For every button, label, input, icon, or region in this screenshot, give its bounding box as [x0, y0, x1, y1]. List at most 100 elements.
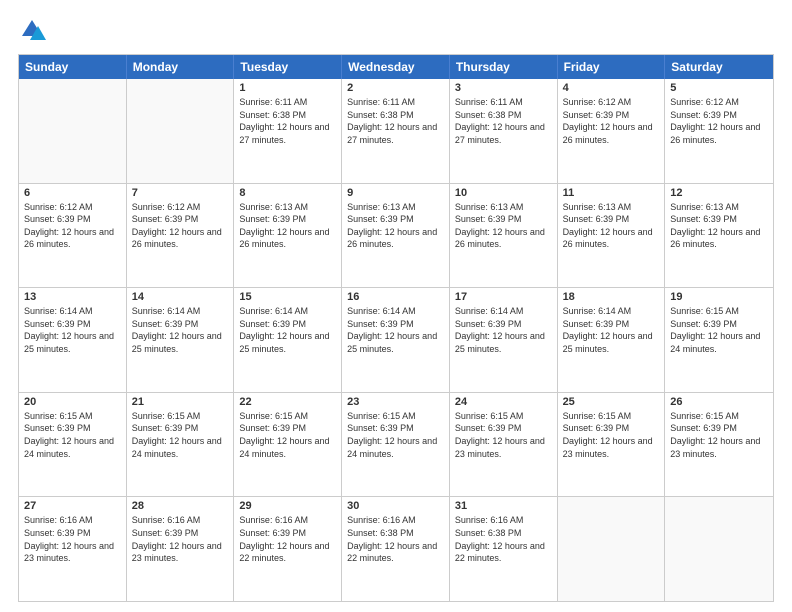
day-info: Sunrise: 6:14 AMSunset: 6:39 PMDaylight:… — [24, 305, 121, 355]
day-info: Sunrise: 6:11 AMSunset: 6:38 PMDaylight:… — [455, 96, 552, 146]
calendar-cell — [127, 79, 235, 183]
header-day-monday: Monday — [127, 55, 235, 79]
calendar-cell: 31 Sunrise: 6:16 AMSunset: 6:38 PMDayligh… — [450, 497, 558, 601]
calendar-row-3: 20Sunrise: 6:15 AMSunset: 6:39 PMDayligh… — [19, 392, 773, 497]
day-info: Sunrise: 6:15 AMSunset: 6:39 PMDaylight:… — [239, 410, 336, 460]
day-number: 15 — [239, 291, 336, 303]
logo — [18, 16, 48, 44]
day-number: 17 — [455, 291, 552, 303]
calendar-row-1: 6 Sunrise: 6:12 AMSunset: 6:39 PMDaylight… — [19, 183, 773, 288]
logo-icon — [18, 16, 46, 44]
day-number: 28 — [132, 500, 229, 512]
day-number: 26 — [670, 396, 768, 408]
day-info: Sunrise: 6:11 AMSunset: 6:38 PMDaylight:… — [347, 96, 444, 146]
calendar-cell: 6Sunrise: 6:12 AMSunset: 6:39 PMDaylight… — [19, 184, 127, 288]
day-info: Sunrise: 6:13 AMSunset: 6:39 PMDaylight:… — [347, 201, 444, 251]
day-info: Sunrise: 6:13 AMSunset: 6:39 PMDaylight:… — [670, 201, 768, 251]
calendar-cell — [665, 497, 773, 601]
day-number: 18 — [563, 291, 660, 303]
day-info: Sunrise: 6:13 AMSunset: 6:39 PMDaylight:… — [563, 201, 660, 251]
calendar-row-0: 1 Sunrise: 6:11 AMSunset: 6:38 PMDaylight… — [19, 79, 773, 183]
day-number: 27 — [24, 500, 121, 512]
calendar-cell: 5 Sunrise: 6:12 AMSunset: 6:39 PMDaylight… — [665, 79, 773, 183]
day-info: Sunrise: 6:15 AMSunset: 6:39 PMDaylight:… — [455, 410, 552, 460]
calendar-cell: 12 Sunrise: 6:13 AMSunset: 6:39 PMDayligh… — [665, 184, 773, 288]
calendar-cell: 29 Sunrise: 6:16 AMSunset: 6:39 PMDayligh… — [234, 497, 342, 601]
day-info: Sunrise: 6:12 AMSunset: 6:39 PMDaylight:… — [132, 201, 229, 251]
day-number: 31 — [455, 500, 552, 512]
day-info: Sunrise: 6:14 AMSunset: 6:39 PMDaylight:… — [347, 305, 444, 355]
calendar-cell — [558, 497, 666, 601]
day-info: Sunrise: 6:15 AMSunset: 6:39 PMDaylight:… — [347, 410, 444, 460]
day-number: 8 — [239, 187, 336, 199]
day-number: 11 — [563, 187, 660, 199]
calendar-cell: 21 Sunrise: 6:15 AMSunset: 6:39 PMDayligh… — [127, 393, 235, 497]
calendar-cell: 26 Sunrise: 6:15 AMSunset: 6:39 PMDayligh… — [665, 393, 773, 497]
day-info: Sunrise: 6:13 AMSunset: 6:39 PMDaylight:… — [455, 201, 552, 251]
calendar-body: 1 Sunrise: 6:11 AMSunset: 6:38 PMDaylight… — [19, 79, 773, 601]
day-number: 22 — [239, 396, 336, 408]
calendar-cell: 18 Sunrise: 6:14 AMSunset: 6:39 PMDayligh… — [558, 288, 666, 392]
calendar-cell: 4Sunrise: 6:12 AMSunset: 6:39 PMDaylight… — [558, 79, 666, 183]
day-number: 13 — [24, 291, 121, 303]
day-number: 14 — [132, 291, 229, 303]
calendar-row-4: 27 Sunrise: 6:16 AMSunset: 6:39 PMDayligh… — [19, 496, 773, 601]
header-day-saturday: Saturday — [665, 55, 773, 79]
header — [18, 16, 774, 44]
calendar-header: SundayMondayTuesdayWednesdayThursdayFrid… — [19, 55, 773, 79]
day-number: 24 — [455, 396, 552, 408]
day-number: 25 — [563, 396, 660, 408]
calendar-cell: 25 Sunrise: 6:15 AMSunset: 6:39 PMDayligh… — [558, 393, 666, 497]
day-info: Sunrise: 6:15 AMSunset: 6:39 PMDaylight:… — [24, 410, 121, 460]
day-number: 7 — [132, 187, 229, 199]
day-info: Sunrise: 6:14 AMSunset: 6:39 PMDaylight:… — [455, 305, 552, 355]
calendar-cell: 13 Sunrise: 6:14 AMSunset: 6:39 PMDayligh… — [19, 288, 127, 392]
day-info: Sunrise: 6:15 AMSunset: 6:39 PMDaylight:… — [670, 305, 768, 355]
calendar-cell: 9 Sunrise: 6:13 AMSunset: 6:39 PMDaylight… — [342, 184, 450, 288]
calendar-cell: 22 Sunrise: 6:15 AMSunset: 6:39 PMDayligh… — [234, 393, 342, 497]
calendar-cell: 30Sunrise: 6:16 AMSunset: 6:38 PMDayligh… — [342, 497, 450, 601]
day-info: Sunrise: 6:15 AMSunset: 6:39 PMDaylight:… — [132, 410, 229, 460]
calendar-row-2: 13 Sunrise: 6:14 AMSunset: 6:39 PMDayligh… — [19, 287, 773, 392]
header-day-tuesday: Tuesday — [234, 55, 342, 79]
day-number: 29 — [239, 500, 336, 512]
day-info: Sunrise: 6:16 AMSunset: 6:39 PMDaylight:… — [239, 514, 336, 564]
day-info: Sunrise: 6:14 AMSunset: 6:39 PMDaylight:… — [239, 305, 336, 355]
calendar-cell: 14 Sunrise: 6:14 AMSunset: 6:39 PMDayligh… — [127, 288, 235, 392]
calendar-cell: 17 Sunrise: 6:14 AMSunset: 6:39 PMDayligh… — [450, 288, 558, 392]
day-number: 19 — [670, 291, 768, 303]
day-number: 30 — [347, 500, 444, 512]
day-number: 6 — [24, 187, 121, 199]
day-number: 4 — [563, 82, 660, 94]
day-info: Sunrise: 6:14 AMSunset: 6:39 PMDaylight:… — [132, 305, 229, 355]
calendar-cell: 2Sunrise: 6:11 AMSunset: 6:38 PMDaylight… — [342, 79, 450, 183]
calendar-cell: 11 Sunrise: 6:13 AMSunset: 6:39 PMDayligh… — [558, 184, 666, 288]
day-info: Sunrise: 6:14 AMSunset: 6:39 PMDaylight:… — [563, 305, 660, 355]
day-number: 1 — [239, 82, 336, 94]
calendar-cell: 23Sunrise: 6:15 AMSunset: 6:39 PMDayligh… — [342, 393, 450, 497]
day-number: 3 — [455, 82, 552, 94]
header-day-sunday: Sunday — [19, 55, 127, 79]
calendar-cell: 27 Sunrise: 6:16 AMSunset: 6:39 PMDayligh… — [19, 497, 127, 601]
day-number: 9 — [347, 187, 444, 199]
day-info: Sunrise: 6:16 AMSunset: 6:39 PMDaylight:… — [24, 514, 121, 564]
day-info: Sunrise: 6:16 AMSunset: 6:38 PMDaylight:… — [455, 514, 552, 564]
calendar: SundayMondayTuesdayWednesdayThursdayFrid… — [18, 54, 774, 602]
page: SundayMondayTuesdayWednesdayThursdayFrid… — [0, 0, 792, 612]
day-info: Sunrise: 6:15 AMSunset: 6:39 PMDaylight:… — [670, 410, 768, 460]
calendar-cell: 28Sunrise: 6:16 AMSunset: 6:39 PMDayligh… — [127, 497, 235, 601]
day-number: 12 — [670, 187, 768, 199]
day-info: Sunrise: 6:13 AMSunset: 6:39 PMDaylight:… — [239, 201, 336, 251]
calendar-cell: 10Sunrise: 6:13 AMSunset: 6:39 PMDayligh… — [450, 184, 558, 288]
calendar-cell: 15 Sunrise: 6:14 AMSunset: 6:39 PMDayligh… — [234, 288, 342, 392]
calendar-cell: 1Sunrise: 6:11 AMSunset: 6:38 PMDaylight… — [234, 79, 342, 183]
calendar-cell: 24 Sunrise: 6:15 AMSunset: 6:39 PMDayligh… — [450, 393, 558, 497]
day-number: 5 — [670, 82, 768, 94]
day-number: 21 — [132, 396, 229, 408]
day-info: Sunrise: 6:12 AMSunset: 6:39 PMDaylight:… — [670, 96, 768, 146]
day-info: Sunrise: 6:15 AMSunset: 6:39 PMDaylight:… — [563, 410, 660, 460]
header-day-wednesday: Wednesday — [342, 55, 450, 79]
calendar-cell: 20Sunrise: 6:15 AMSunset: 6:39 PMDayligh… — [19, 393, 127, 497]
header-day-friday: Friday — [558, 55, 666, 79]
header-day-thursday: Thursday — [450, 55, 558, 79]
